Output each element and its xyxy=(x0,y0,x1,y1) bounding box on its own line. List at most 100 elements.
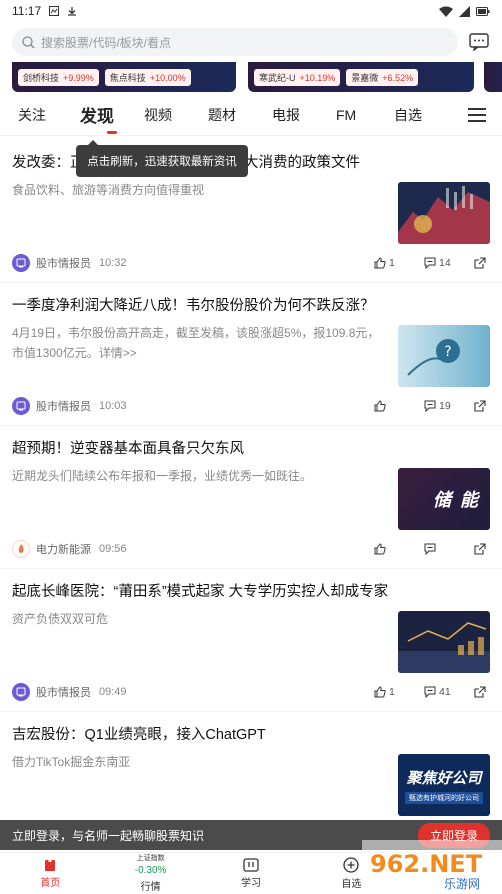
comment-icon xyxy=(424,686,436,698)
like-button[interactable] xyxy=(374,400,424,412)
stock-chip[interactable]: 寒武纪-U +10.19% xyxy=(254,68,341,86)
site-watermark: 962.NET 乐游网 xyxy=(362,840,502,894)
tab-telegraph[interactable]: 电报 xyxy=(272,94,336,136)
thumbnail-subcaption: 甄选有护城河的好公司 xyxy=(405,791,483,804)
share-icon xyxy=(474,400,486,412)
svg-text:?: ? xyxy=(444,344,451,360)
banner-card[interactable]: 剑桥科技 +9.99% 焦点科技 +10.00% xyxy=(12,62,236,92)
index-name: 上证指数 xyxy=(136,854,165,862)
login-prompt-text: 立即登录，与名师一起畅聊股票知识 xyxy=(12,828,205,843)
tab-fm[interactable]: FM xyxy=(336,94,394,136)
comment-button[interactable]: 19 xyxy=(424,400,474,412)
comment-icon xyxy=(424,257,436,269)
learn-icon xyxy=(243,858,259,872)
article-thumbnail[interactable]: ? xyxy=(398,325,490,387)
source-name[interactable]: 股市情报员 xyxy=(36,398,91,414)
thumbs-up-icon xyxy=(374,543,386,555)
message-button[interactable] xyxy=(468,31,490,53)
article-meta: 股市情报员 10:03 19 xyxy=(12,397,490,415)
article-thumbnail[interactable] xyxy=(398,182,490,244)
clock: 11:17 xyxy=(12,4,42,18)
publish-time: 10:32 xyxy=(99,257,127,269)
list-item[interactable]: 一季度净利润大降近八成！韦尔股份股价为何不跌反涨？ 4月19日，韦尔股份高开高走… xyxy=(0,283,502,426)
nav-home[interactable]: 首页 xyxy=(0,853,100,894)
channel-tabs: 关注 发现 视频 题材 电报 FM 自选 xyxy=(0,94,502,136)
article-title[interactable]: 起底长峰医院：“莆田系”模式起家 大专学历实控人却成专家 xyxy=(12,581,490,603)
wifi-icon xyxy=(439,6,453,17)
comment-icon xyxy=(424,543,436,555)
publish-time: 09:49 xyxy=(99,686,127,698)
article-desc: 借力TikTok掘金东南亚 xyxy=(12,755,131,769)
thumbs-up-icon xyxy=(374,400,386,412)
avatar[interactable] xyxy=(12,540,30,558)
share-icon xyxy=(474,543,486,555)
comment-button[interactable]: 14 xyxy=(424,257,474,269)
like-button[interactable]: 1 xyxy=(374,257,424,269)
article-thumbnail[interactable] xyxy=(398,611,490,673)
article-thumbnail[interactable]: 聚焦好公司 甄选有护城河的好公司 xyxy=(398,754,490,816)
article-title[interactable]: 超预期！逆变器基本面具备只欠东风 xyxy=(12,438,490,460)
comment-button[interactable]: 41 xyxy=(424,686,474,698)
avatar[interactable] xyxy=(12,397,30,415)
article-title[interactable]: 一季度净利润大降近八成！韦尔股份股价为何不跌反涨？ xyxy=(12,295,490,317)
hot-stocks-banner[interactable]: 剑桥科技 +9.99% 焦点科技 +10.00% 寒武纪-U +10.19% 景嘉微 +… xyxy=(0,62,502,94)
home-icon xyxy=(45,858,56,871)
tab-menu-button[interactable] xyxy=(460,102,494,128)
battery-icon xyxy=(476,6,490,16)
tab-video[interactable]: 视频 xyxy=(144,94,208,136)
nav-learn[interactable]: 学习 xyxy=(201,853,301,894)
article-desc: 食品饮料、旅游等消费方向值得重视 xyxy=(12,183,205,197)
index-change: -0.30% xyxy=(134,864,167,876)
article-meta: 股市情报员 10:32 1 14 xyxy=(12,254,490,272)
article-title[interactable]: 吉宏股份：Q1业绩亮眼，接入ChatGPT xyxy=(12,724,490,746)
article-meta: 股市情报员 09:49 1 41 xyxy=(12,683,490,701)
tab-topics[interactable]: 题材 xyxy=(208,94,272,136)
banner-card[interactable] xyxy=(484,62,502,92)
source-name[interactable]: 股市情报员 xyxy=(36,255,91,271)
thumbs-up-icon xyxy=(374,257,386,269)
article-meta: 电力新能源 09:56 xyxy=(12,540,490,558)
stock-chip[interactable]: 景嘉微 +6.52% xyxy=(346,68,419,86)
list-item[interactable]: 起底长峰医院：“莆田系”模式起家 大专学历实控人却成专家 资产负债双双可危 股市… xyxy=(0,569,502,712)
avatar[interactable] xyxy=(12,683,30,701)
search-row: 搜索股票/代码/板块/看点 xyxy=(0,22,502,62)
article-desc: 资产负债双双可危 xyxy=(12,612,109,626)
thumbnail-caption: 储 能 xyxy=(432,490,480,510)
banner-card[interactable]: 寒武纪-U +10.19% 景嘉微 +6.52% xyxy=(248,62,474,92)
share-button[interactable] xyxy=(474,543,490,555)
tab-watchlist[interactable]: 自选 xyxy=(394,94,444,136)
comment-icon xyxy=(424,400,436,412)
share-button[interactable] xyxy=(474,400,490,412)
publish-time: 10:03 xyxy=(99,400,127,412)
article-desc: 近期龙头们陆续公布年报和一季报，业绩优秀一如既往。 xyxy=(12,469,313,483)
search-input[interactable]: 搜索股票/代码/板块/看点 xyxy=(12,28,458,56)
list-item[interactable]: 超预期！逆变器基本面具备只欠东风 近期龙头们陆续公布年报和一季报，业绩优秀一如既… xyxy=(0,426,502,569)
watermark-text: 962.NET xyxy=(370,850,483,878)
thumbnail-caption: 聚焦好公司 xyxy=(406,769,482,787)
gallery-icon xyxy=(49,6,60,16)
share-button[interactable] xyxy=(474,257,490,269)
share-button[interactable] xyxy=(474,686,490,698)
stock-chip[interactable]: 焦点科技 +10.00% xyxy=(104,68,191,86)
thumbs-up-icon xyxy=(374,686,386,698)
news-feed: 发改委：正在抓紧研究出台恢复和扩大消费的政策文件 食品饮料、旅游等消费方向值得重… xyxy=(0,140,502,855)
signal-icon xyxy=(459,5,470,17)
article-thumbnail[interactable]: 储 能 xyxy=(398,468,490,530)
source-name[interactable]: 股市情报员 xyxy=(36,684,91,700)
nav-market[interactable]: 上证指数 -0.30% 行情 xyxy=(100,853,200,894)
share-icon xyxy=(474,686,486,698)
tab-discover[interactable]: 发现 xyxy=(80,94,144,136)
download-icon xyxy=(68,7,77,16)
publish-time: 09:56 xyxy=(99,543,127,555)
source-name[interactable]: 电力新能源 xyxy=(36,541,91,557)
article-desc: 4月19日，韦尔股份高开高走，截至发稿，该股涨超5%，报109.8元，市值130… xyxy=(12,326,380,360)
stock-chip[interactable]: 剑桥科技 +9.99% xyxy=(18,68,99,86)
search-icon xyxy=(22,35,35,48)
tab-follow[interactable]: 关注 xyxy=(18,94,80,136)
search-placeholder: 搜索股票/代码/板块/看点 xyxy=(41,35,172,50)
like-button[interactable]: 1 xyxy=(374,686,424,698)
like-button[interactable] xyxy=(374,543,424,555)
avatar[interactable] xyxy=(12,254,30,272)
comment-button[interactable] xyxy=(424,543,474,555)
share-icon xyxy=(474,257,486,269)
